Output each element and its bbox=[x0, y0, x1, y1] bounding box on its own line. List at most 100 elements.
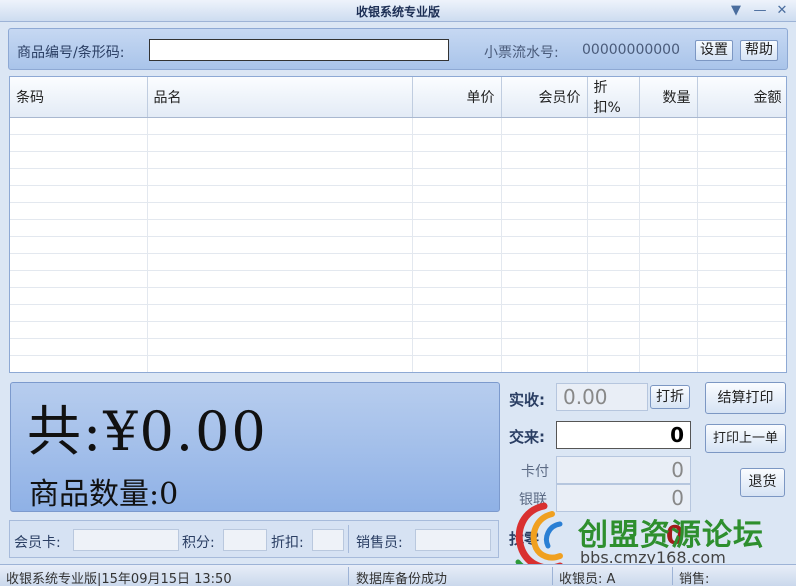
table-cell bbox=[639, 338, 698, 356]
table-cell bbox=[10, 185, 148, 203]
table-cell bbox=[587, 134, 640, 152]
table-row[interactable] bbox=[10, 117, 786, 135]
table-cell bbox=[639, 321, 698, 339]
table-cell bbox=[501, 168, 588, 186]
discount-button[interactable]: 打折 bbox=[650, 385, 690, 409]
card-pay-field[interactable]: 0 bbox=[556, 456, 691, 484]
table-cell bbox=[587, 117, 640, 135]
member-discount-label: 折扣: bbox=[271, 535, 304, 551]
table-cell bbox=[587, 270, 640, 288]
table-row[interactable] bbox=[10, 151, 786, 169]
table-cell bbox=[10, 287, 148, 305]
salesperson-field[interactable] bbox=[415, 529, 491, 551]
status-divider bbox=[348, 567, 349, 585]
table-cell bbox=[587, 373, 639, 374]
table-cell bbox=[501, 338, 588, 356]
table-cell bbox=[412, 287, 502, 305]
table-cell bbox=[147, 168, 413, 186]
table-cell bbox=[587, 321, 640, 339]
barcode-input[interactable] bbox=[149, 39, 449, 61]
table-row[interactable] bbox=[10, 304, 786, 322]
table-cell bbox=[412, 134, 502, 152]
table-cell bbox=[697, 185, 786, 203]
table-row[interactable] bbox=[10, 338, 786, 356]
table-cell bbox=[639, 373, 697, 374]
table-row[interactable] bbox=[10, 168, 786, 186]
table-cell bbox=[697, 355, 786, 372]
minimize-icon[interactable]: — bbox=[752, 3, 768, 19]
table-cell bbox=[639, 287, 698, 305]
table-cell bbox=[10, 236, 148, 254]
actual-received-label: 实收: bbox=[509, 391, 545, 409]
table-row[interactable] bbox=[10, 219, 786, 237]
table-cell bbox=[147, 287, 413, 305]
close-icon[interactable]: ✕ bbox=[774, 3, 790, 19]
table-row[interactable] bbox=[10, 202, 786, 220]
table-cell bbox=[147, 219, 413, 237]
column-header-member-price[interactable]: 会员价 bbox=[501, 77, 588, 118]
table-row[interactable] bbox=[10, 253, 786, 271]
table-cell bbox=[147, 321, 413, 339]
table-cell bbox=[697, 304, 786, 322]
points-label: 积分: bbox=[182, 535, 215, 551]
table-cell bbox=[697, 270, 786, 288]
table-cell bbox=[10, 151, 148, 169]
status-bar: 收银系统专业版|15年09月15日 13:50 数据库备份成功 收银员: A 销… bbox=[0, 564, 796, 586]
table-row[interactable] bbox=[10, 185, 786, 203]
table-cell bbox=[587, 287, 640, 305]
table-cell bbox=[412, 151, 502, 169]
menu-dropdown-icon[interactable]: ▼ bbox=[728, 3, 744, 19]
tendered-input[interactable]: 0 bbox=[556, 421, 691, 449]
table-cell bbox=[697, 253, 786, 271]
table-row[interactable] bbox=[10, 373, 787, 374]
window-title: 收银系统专业版 bbox=[355, 5, 440, 19]
total-amount: 共:¥0.00 bbox=[27, 400, 268, 463]
items-table: 条码 品名 单价 会员价 折扣% 数量 金额 bbox=[9, 76, 787, 373]
table-cell bbox=[587, 253, 640, 271]
settings-button[interactable]: 设置 bbox=[695, 40, 733, 61]
table-cell bbox=[501, 304, 588, 322]
column-header-name[interactable]: 品名 bbox=[147, 77, 413, 118]
table-cell bbox=[147, 355, 413, 372]
table-row[interactable] bbox=[10, 321, 786, 339]
table-cell bbox=[501, 373, 587, 374]
table-cell bbox=[587, 236, 640, 254]
help-button[interactable]: 帮助 bbox=[740, 40, 778, 61]
column-header-barcode[interactable]: 条码 bbox=[10, 77, 148, 118]
member-card-label: 会员卡: bbox=[14, 535, 61, 551]
member-card-input[interactable] bbox=[73, 529, 179, 551]
table-cell bbox=[412, 219, 502, 237]
table-cell bbox=[412, 236, 502, 254]
table-cell bbox=[501, 270, 588, 288]
table-cell bbox=[412, 338, 502, 356]
table-cell bbox=[10, 304, 148, 322]
serial-value: 00000000000 bbox=[582, 42, 680, 58]
salesperson-label: 销售员: bbox=[356, 535, 403, 551]
table-cell bbox=[147, 185, 413, 203]
table-row[interactable] bbox=[10, 355, 786, 372]
table-cell bbox=[697, 321, 786, 339]
table-cell bbox=[697, 134, 786, 152]
column-header-price[interactable]: 单价 bbox=[412, 77, 502, 118]
table-cell bbox=[147, 373, 412, 374]
column-header-quantity[interactable]: 数量 bbox=[639, 77, 698, 118]
refund-button[interactable]: 退货 bbox=[740, 468, 785, 497]
table-row[interactable] bbox=[10, 270, 786, 288]
table-cell bbox=[412, 168, 502, 186]
member-divider bbox=[348, 525, 349, 553]
table-header-row: 条码 品名 单价 会员价 折扣% 数量 金额 bbox=[10, 77, 786, 118]
table-row[interactable] bbox=[10, 134, 786, 152]
table-cell bbox=[639, 236, 698, 254]
table-row[interactable] bbox=[10, 236, 786, 254]
print-last-button[interactable]: 打印上一单 bbox=[705, 424, 786, 453]
barcode-label: 商品编号/条形码: bbox=[17, 45, 125, 61]
column-header-discount[interactable]: 折扣% bbox=[587, 77, 640, 118]
table-cell bbox=[412, 304, 502, 322]
table-row[interactable] bbox=[10, 287, 786, 305]
points-field[interactable] bbox=[223, 529, 267, 551]
column-header-amount[interactable]: 金额 bbox=[697, 77, 786, 118]
settle-print-button[interactable]: 结算打印 bbox=[705, 382, 786, 414]
card-pay-label: 卡付 bbox=[521, 464, 549, 480]
table-cell bbox=[639, 168, 698, 186]
member-discount-field[interactable] bbox=[312, 529, 344, 551]
